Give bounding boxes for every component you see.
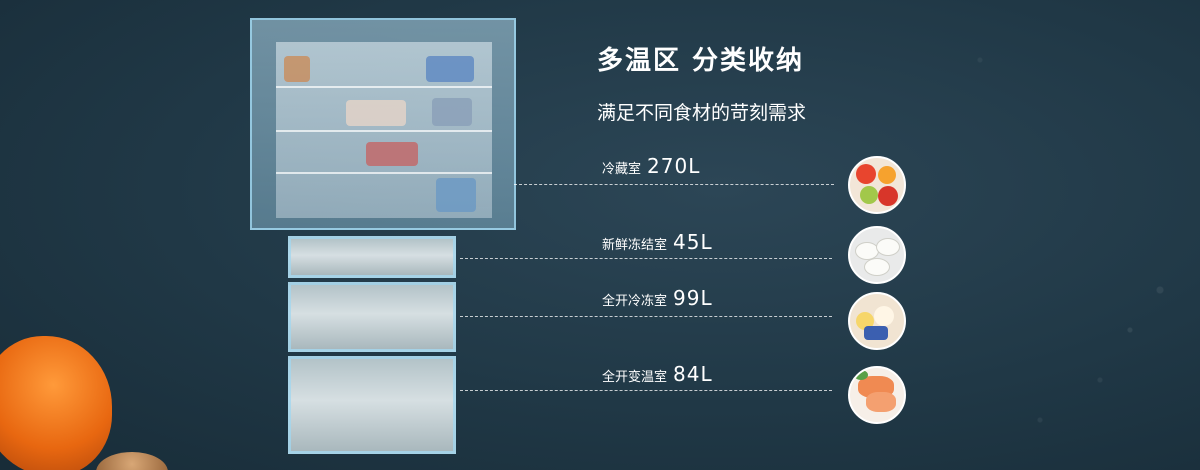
zone-volume: 270L [647, 154, 701, 178]
zone-label: 新鲜冻结室 45L [602, 230, 713, 254]
zone-volume: 84L [673, 362, 713, 386]
leader-line [460, 316, 832, 317]
headline-title: 多温区 分类收纳 [597, 46, 805, 76]
zone-label: 全开变温室 84L [602, 362, 713, 386]
leader-line [460, 390, 832, 391]
zone-row: 全开变温室 84L [0, 362, 1200, 432]
zone-label: 冷藏室 270L [602, 154, 700, 178]
leader-line [514, 184, 834, 185]
zone-name: 全开变温室 [602, 370, 668, 385]
zone-name: 全开冷冻室 [602, 294, 668, 309]
zone-volume: 99L [673, 286, 713, 310]
zone-volume: 45L [673, 230, 713, 254]
salmon-icon [848, 366, 906, 424]
leader-line [460, 258, 832, 259]
headline-subtitle: 满足不同食材的苛刻需求 [597, 102, 807, 124]
product-banner: 多温区 分类收纳 满足不同食材的苛刻需求 冷藏室 270L 新鲜冻结室 45L 全开… [0, 0, 1200, 470]
zone-label: 全开冷冻室 99L [602, 286, 713, 310]
fruit-icon [848, 156, 906, 214]
zone-name: 冷藏室 [602, 162, 642, 177]
zone-row: 冷藏室 270L [0, 150, 1200, 220]
dumplings-icon [848, 226, 906, 284]
ice-cream-icon [848, 292, 906, 350]
zone-row: 全开冷冻室 99L [0, 286, 1200, 356]
zone-name: 新鲜冻结室 [602, 238, 668, 253]
